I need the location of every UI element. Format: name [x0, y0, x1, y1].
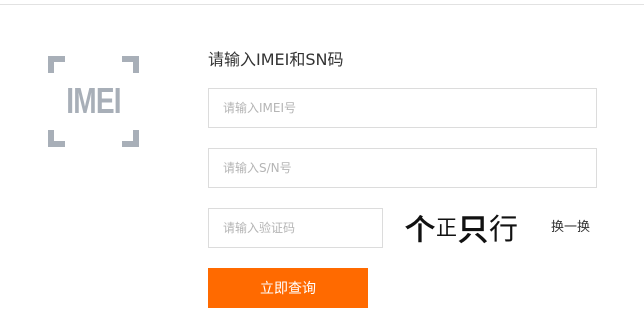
captcha-char: 正 — [436, 216, 457, 240]
captcha-char: 只 — [458, 213, 488, 248]
imei-logo-icon: IMEI — [48, 56, 139, 147]
imei-input[interactable] — [208, 88, 597, 128]
submit-query-button[interactable]: 立即查询 — [208, 268, 368, 308]
sn-input[interactable] — [208, 148, 597, 188]
top-divider — [0, 4, 644, 5]
captcha-input[interactable] — [208, 208, 383, 248]
captcha-char: 个 — [405, 213, 435, 247]
refresh-captcha-link[interactable]: 换一换 — [551, 219, 590, 237]
captcha-image[interactable]: 个 正 只 行 — [405, 206, 529, 248]
captcha-char: 行 — [489, 212, 519, 246]
form-title: 请输入IMEI和SN码 — [208, 50, 344, 69]
imei-logo-text: IMEI — [66, 80, 121, 121]
